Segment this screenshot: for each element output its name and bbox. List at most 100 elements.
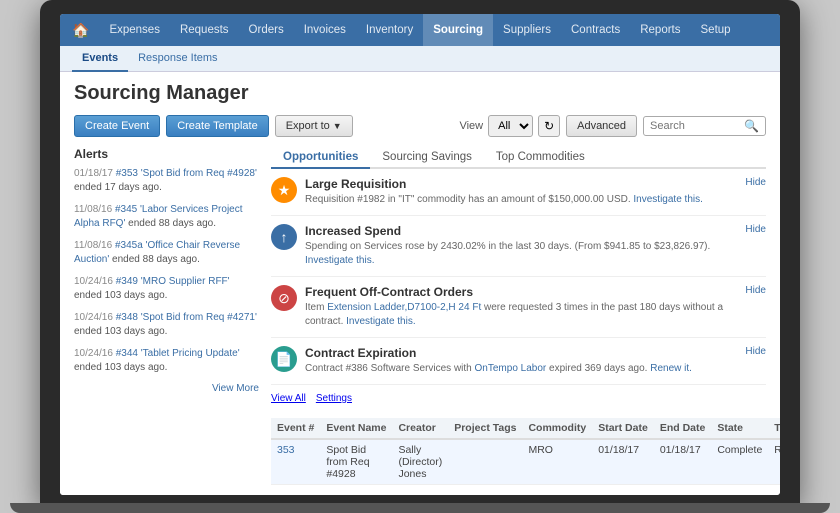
col-commodity: Commodity [522, 418, 592, 439]
alert-link[interactable]: #344 'Tablet Pricing Update' [116, 348, 240, 359]
alerts-panel: Alerts 01/18/17 #353 'Spot Bid from Req … [74, 147, 259, 485]
alert-link[interactable]: #348 'Spot Bid from Req #4271' [116, 312, 257, 323]
nav-suppliers[interactable]: Suppliers [493, 14, 561, 46]
col-creator: Creator [392, 418, 448, 439]
sub-navigation: Events Response Items [60, 46, 780, 72]
col-event-num: Event # [271, 418, 320, 439]
opportunity-content: Large Requisition Requisition #1982 in "… [305, 177, 737, 207]
alert-date: 01/18/17 [74, 168, 116, 179]
nav-orders[interactable]: Orders [239, 14, 294, 46]
page-title: Sourcing Manager [74, 82, 766, 105]
hide-button[interactable]: Hide [745, 177, 766, 188]
alert-suffix: ended 17 days ago. [74, 182, 162, 193]
home-icon[interactable]: 🏠 [68, 22, 99, 39]
hide-button[interactable]: Hide [745, 346, 766, 357]
opportunity-desc: Requisition #1982 in "IT" commodity has … [305, 193, 737, 207]
opportunity-content: Contract Expiration Contract #386 Softwa… [305, 346, 737, 376]
opportunity-icon: 📄 [271, 346, 297, 372]
opportunity-title: Frequent Off-Contract Orders [305, 285, 737, 299]
events-table: Event # Event Name Creator Project Tags … [271, 418, 780, 485]
investigate-link[interactable]: Investigate this. [346, 316, 415, 327]
nav-requests[interactable]: Requests [170, 14, 239, 46]
opportunities-list: ★ Large Requisition Requisition #1982 in… [271, 177, 766, 404]
cell-start-date: 01/18/17 [592, 439, 654, 485]
toolbar: Create Event Create Template Export to ▼… [74, 115, 766, 137]
alert-link[interactable]: #353 'Spot Bid from Req #4928' [116, 168, 257, 179]
tab-opportunities[interactable]: Opportunities [271, 147, 370, 169]
cell-type: RFQ [768, 439, 780, 485]
nav-contracts[interactable]: Contracts [561, 14, 630, 46]
table-row: 353 Spot Bid from Req #4928 Sally (Direc… [271, 439, 780, 485]
alert-item: 10/24/16 #348 'Spot Bid from Req #4271' … [74, 311, 259, 339]
alert-suffix: ended 103 days ago. [74, 362, 167, 373]
nav-inventory[interactable]: Inventory [356, 14, 423, 46]
cell-event-num: 353 [271, 439, 320, 485]
supplier-link[interactable]: OnTempo Labor [475, 363, 547, 374]
alert-suffix: ended 103 days ago. [74, 290, 167, 301]
export-to-label: Export to [286, 120, 330, 132]
tab-sourcing-savings[interactable]: Sourcing Savings [370, 147, 484, 169]
right-panel: Opportunities Sourcing Savings Top Commo… [271, 147, 766, 485]
view-more-link[interactable]: View More [74, 383, 259, 394]
col-state: State [711, 418, 768, 439]
alert-date: 11/08/16 [74, 204, 115, 215]
event-num-link[interactable]: 353 [277, 444, 295, 456]
refresh-button[interactable]: ↻ [538, 115, 560, 137]
alert-link[interactable]: #349 'MRO Supplier RFF' [116, 276, 230, 287]
opportunity-content: Increased Spend Spending on Services ros… [305, 224, 737, 268]
cell-event-name: Spot Bid from Req #4928 [320, 439, 392, 485]
alert-item: 10/24/16 #349 'MRO Supplier RFF' ended 1… [74, 275, 259, 303]
view-all-link[interactable]: View All [271, 393, 306, 404]
alert-item: 01/18/17 #353 'Spot Bid from Req #4928' … [74, 167, 259, 195]
search-input[interactable] [650, 120, 740, 132]
view-control: View All ↻ [459, 115, 560, 137]
opportunity-title: Large Requisition [305, 177, 737, 191]
nav-invoices[interactable]: Invoices [294, 14, 356, 46]
nav-sourcing[interactable]: Sourcing [423, 14, 493, 46]
search-icon: 🔍 [744, 119, 759, 133]
export-to-button[interactable]: Export to ▼ [275, 115, 353, 137]
alert-suffix: ended 88 days ago. [128, 218, 216, 229]
opportunity-desc: Contract #386 Software Services with OnT… [305, 362, 737, 376]
create-event-button[interactable]: Create Event [74, 115, 160, 137]
alert-item: 10/24/16 #344 'Tablet Pricing Update' en… [74, 347, 259, 375]
nav-setup[interactable]: Setup [691, 14, 741, 46]
col-project-tags: Project Tags [448, 418, 522, 439]
view-select[interactable]: All [488, 115, 533, 137]
tab-top-commodities[interactable]: Top Commodities [484, 147, 597, 169]
nav-reports[interactable]: Reports [630, 14, 690, 46]
subnav-response-items[interactable]: Response Items [128, 46, 227, 72]
alert-item: 11/08/16 #345a 'Office Chair Reverse Auc… [74, 239, 259, 267]
opportunity-item: ★ Large Requisition Requisition #1982 in… [271, 177, 766, 216]
opp-footer: View All Settings [271, 393, 766, 404]
opportunity-item: 📄 Contract Expiration Contract #386 Soft… [271, 346, 766, 385]
settings-link[interactable]: Settings [316, 393, 352, 404]
cell-state: Complete [711, 439, 768, 485]
opportunity-item: ⊘ Frequent Off-Contract Orders Item Exte… [271, 285, 766, 338]
renew-link[interactable]: Renew it. [650, 363, 692, 374]
opportunity-desc: Item Extension Ladder,D7100-2,H 24 Ft we… [305, 301, 737, 329]
cell-creator: Sally (Director) Jones [392, 439, 448, 485]
hide-button[interactable]: Hide [745, 224, 766, 235]
col-type: Type [768, 418, 780, 439]
investigate-link[interactable]: Investigate this. [633, 194, 702, 205]
advanced-button[interactable]: Advanced [566, 115, 637, 137]
cell-end-date: 01/18/17 [654, 439, 712, 485]
create-template-button[interactable]: Create Template [166, 115, 269, 137]
nav-expenses[interactable]: Expenses [99, 14, 170, 46]
item-link[interactable]: Extension Ladder,D7100-2,H 24 Ft [327, 302, 481, 313]
alert-date: 11/08/16 [74, 240, 115, 251]
cell-commodity: MRO [522, 439, 592, 485]
chevron-down-icon: ▼ [333, 121, 342, 131]
subnav-events[interactable]: Events [72, 46, 128, 72]
opportunity-title: Increased Spend [305, 224, 737, 238]
view-label: View [459, 120, 483, 132]
opportunity-icon: ★ [271, 177, 297, 203]
opportunity-icon: ⊘ [271, 285, 297, 311]
investigate-link[interactable]: Investigate this. [305, 255, 374, 266]
hide-button[interactable]: Hide [745, 285, 766, 296]
alert-suffix: ended 88 days ago. [112, 254, 200, 265]
alert-item: 11/08/16 #345 'Labor Services Project Al… [74, 203, 259, 231]
opportunity-icon: ↑ [271, 224, 297, 250]
opportunity-item: ↑ Increased Spend Spending on Services r… [271, 224, 766, 277]
